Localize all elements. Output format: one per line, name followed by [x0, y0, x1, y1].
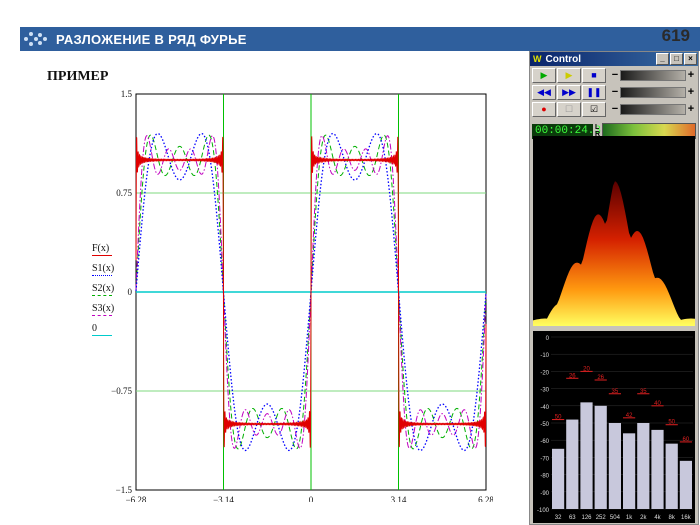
eq-db-tick: -50 — [540, 422, 549, 428]
eq-band-label: 4k — [654, 515, 661, 521]
eq-db-tick: 0 — [546, 336, 550, 342]
legend-item-s2: S2(x) — [92, 283, 115, 296]
legend-item-s3: S3(x) — [92, 303, 115, 316]
x-tick-label: 3.14 — [391, 495, 407, 502]
eq-peak-label: 60 — [683, 437, 690, 443]
eq-peak-label: 20 — [583, 366, 590, 372]
y-tick-label: −0.75 — [111, 386, 132, 396]
eq-db-tick: -80 — [540, 474, 549, 480]
eq-db-tick: -100 — [537, 508, 550, 514]
eq-peak-label: 35 — [612, 389, 619, 395]
forward-button[interactable]: ▶▶ — [557, 84, 581, 100]
eq-db-tick: -60 — [540, 439, 549, 445]
eq-db-tick: -20 — [540, 370, 549, 376]
eq-bar — [608, 423, 621, 509]
spectrum-visualizer — [533, 136, 695, 326]
example-label: ПРИМЕР — [47, 69, 109, 84]
eq-band-label: 16k — [681, 515, 692, 521]
checkbox-off[interactable]: ☐ — [557, 101, 581, 117]
x-tick-label: −6.28 — [126, 495, 147, 502]
rewind-button[interactable]: ◀◀ — [532, 84, 556, 100]
legend-item-f: F(x) — [92, 243, 114, 263]
stop-button[interactable]: ■ — [582, 67, 606, 83]
eq-band-label: 126 — [581, 515, 592, 521]
pause-bars-button[interactable]: ❚❚ — [582, 84, 606, 100]
plot-legend: F(x) S1(x) S2(x) S3(x) 0 — [92, 243, 114, 343]
eq-bar — [679, 460, 692, 509]
checkbox-on[interactable]: ☑ — [582, 101, 606, 117]
pause-button[interactable]: ▶ — [557, 67, 581, 83]
eq-peak-label: 42 — [626, 413, 633, 419]
y-tick-label: 1.5 — [121, 90, 133, 99]
eq-bar — [580, 402, 593, 509]
spectrum-shape — [533, 181, 695, 326]
legend-item-s1: S1(x) — [92, 263, 115, 276]
eq-peak-label: 26 — [569, 373, 576, 379]
eq-band-label: 8k — [669, 515, 676, 521]
control-window[interactable]: W Control _ □ × ▶ ▶ ■ − + ◀◀ ▶▶ ❚❚ − + ● ☐… — [529, 51, 699, 525]
eq-peak-label: 50 — [555, 415, 562, 421]
x-tick-label: 6.28 — [478, 495, 493, 502]
legend-item-zero: 0 — [92, 323, 114, 343]
x-tick-label: −3.14 — [213, 495, 234, 502]
eq-db-tick: -90 — [540, 491, 549, 497]
eq-peak-label: 26 — [597, 375, 604, 381]
eq-peak-label: 35 — [640, 389, 647, 395]
eq-band-label: 504 — [610, 515, 621, 521]
eq-band-label: 32 — [555, 515, 562, 521]
slide-title: РАЗЛОЖЕНИЕ В РЯД ФУРЬЕ — [56, 31, 247, 47]
minimize-button[interactable]: _ — [656, 53, 669, 65]
eq-bar — [623, 433, 636, 509]
eq-peak-label: 40 — [654, 401, 661, 407]
eq-peak-label: 50 — [668, 420, 675, 426]
equalizer-bars: 0 -10 -20 -30 -40 -50 -60 -70 -80 -90 -100 50 32 26 63… — [533, 331, 695, 523]
eq-band-label: 1k — [626, 515, 633, 521]
control-title: Control — [545, 53, 582, 65]
eq-bar — [665, 443, 678, 509]
y-tick-label: 0 — [128, 287, 133, 297]
eq-db-tick: -40 — [540, 405, 549, 411]
eq-bar — [651, 429, 664, 509]
maximize-button[interactable]: □ — [670, 53, 683, 65]
page-number: 619 — [661, 26, 690, 45]
eq-band-label: 63 — [569, 515, 576, 521]
eq-bar — [566, 419, 579, 509]
header-bar: РАЗЛОЖЕНИЕ В РЯД ФУРЬЕ — [20, 27, 700, 51]
x-tick-label: 0 — [309, 495, 314, 502]
fourier-plot: −6.28 −3.14 0 3.14 6.28 1.5 0.75 0 −0.75 −1.5 — [111, 90, 493, 502]
eq-bar — [594, 405, 607, 509]
winamp-logo-icon: W — [533, 54, 542, 64]
play-button[interactable]: ▶ — [532, 67, 556, 83]
control-titlebar[interactable]: W Control _ □ × — [530, 52, 698, 66]
eq-db-tick: -10 — [540, 353, 549, 359]
y-tick-label: −1.5 — [116, 485, 133, 495]
eq-band-label: 2k — [640, 515, 647, 521]
eq-bar — [552, 448, 565, 509]
volume-slider[interactable]: − + — [610, 69, 696, 81]
eq-db-tick: -70 — [540, 456, 549, 462]
eq-band-label: 252 — [596, 515, 607, 521]
eq-bar — [637, 423, 650, 509]
speed-slider[interactable]: − + — [610, 103, 696, 115]
record-button[interactable]: ● — [532, 101, 556, 117]
balance-slider[interactable]: − + — [610, 86, 696, 98]
close-button[interactable]: × — [684, 53, 697, 65]
y-tick-label: 0.75 — [116, 188, 132, 198]
eq-db-tick: -30 — [540, 388, 549, 394]
header-dots-icon — [24, 30, 50, 48]
